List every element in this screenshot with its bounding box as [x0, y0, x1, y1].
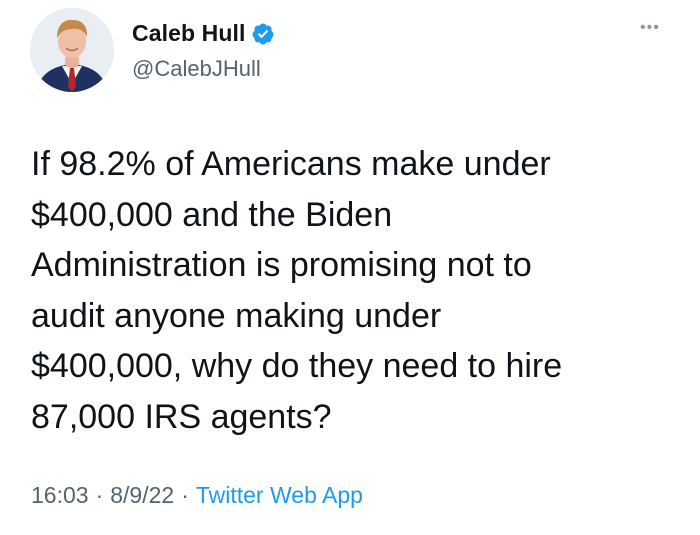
tweet-text-line: $400,000 and the Biden — [31, 195, 393, 234]
tweet-time[interactable]: 16:03 — [31, 482, 89, 509]
tweet-date[interactable]: 8/9/22 — [110, 482, 174, 509]
more-horizontal-icon[interactable]: ••• — [640, 20, 660, 36]
meta-separator: · — [181, 482, 189, 508]
display-name[interactable]: Caleb Hull — [132, 20, 245, 47]
tweet-meta: 16:03 · 8/9/22 · Twitter Web App — [31, 482, 363, 509]
meta-separator: · — [95, 482, 104, 508]
tweet-text-line: audit anyone making under — [31, 296, 442, 335]
tweet-source-link[interactable]: Twitter Web App — [196, 482, 363, 509]
tweet-text-line: 87,000 IRS agents? — [31, 397, 332, 436]
author-name-row[interactable]: Caleb Hull — [132, 20, 275, 47]
author-handle[interactable]: @CalebJHull — [132, 56, 261, 82]
tweet-text-line: Administration is promising not to — [31, 246, 532, 284]
tweet-card: Caleb Hull @CalebJHull ••• If 98.2% of A… — [0, 0, 700, 535]
avatar[interactable] — [30, 8, 114, 92]
avatar-photo — [30, 8, 114, 92]
tweet-text: If 98.2% of Americans make under $400,00… — [31, 139, 681, 442]
verified-badge-icon — [252, 23, 274, 44]
tweet-text-line: If 98.2% of Americans make under — [31, 145, 551, 183]
tweet-text-line: $400,000, why do they need to hire — [31, 347, 563, 385]
